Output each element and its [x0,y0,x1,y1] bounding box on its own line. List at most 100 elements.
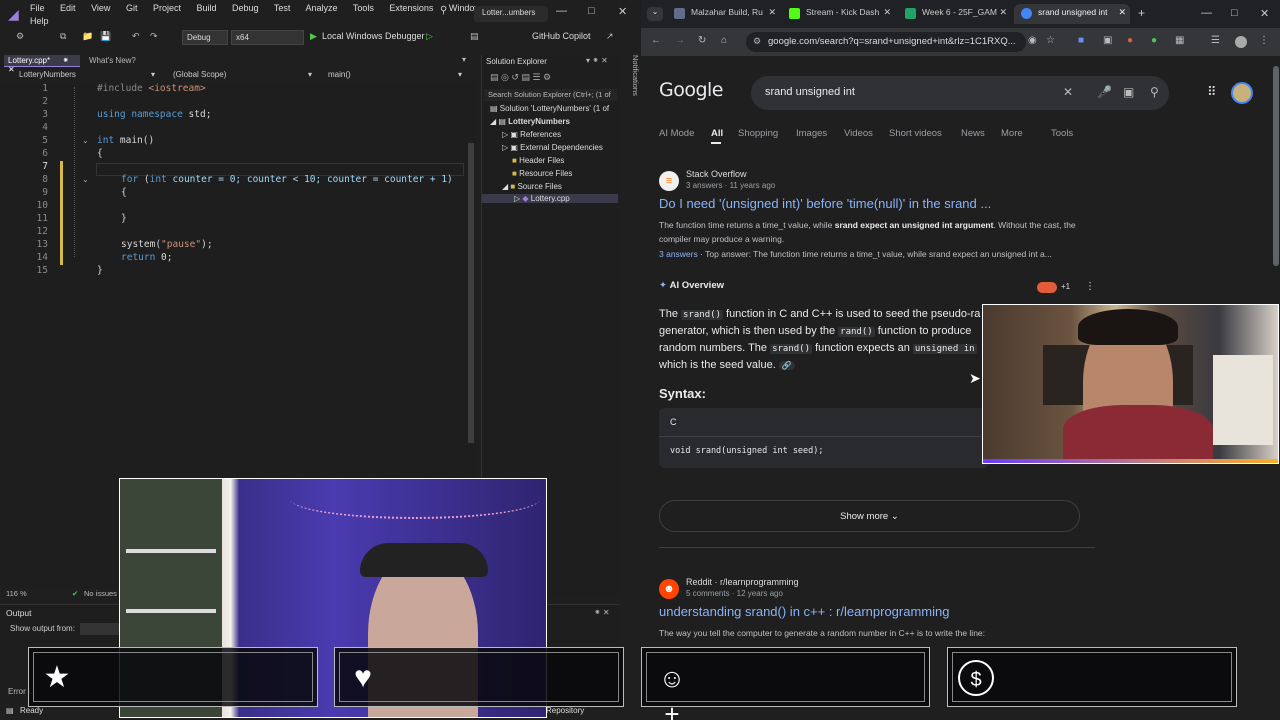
tab-short-videos[interactable]: Short videos [889,128,942,139]
minimize-icon[interactable]: — [556,5,567,17]
reload-icon[interactable]: ↻ [698,35,706,46]
menu-file[interactable]: File [30,3,45,13]
tab-lottery-cpp[interactable]: Lottery.cpp* ⁕ ✕ [4,55,80,74]
scrollbar-thumb[interactable] [1273,66,1279,266]
close-icon[interactable]: ⁕ ✕ [594,608,610,617]
lottery-cpp-node[interactable]: ▷ ◆ Lottery.cpp [482,194,618,203]
close-icon[interactable]: ✕ [618,5,627,18]
tab-google-search[interactable]: srand unsigned int ✕ [1014,4,1130,24]
save-icon[interactable]: 💾 [100,31,111,42]
tab-images[interactable]: Images [796,128,827,139]
maximize-icon[interactable]: □ [588,5,595,17]
resource-files-node[interactable]: ■ Resource Files [512,169,572,178]
start-without-debug-icon[interactable]: ▷ [426,31,433,42]
notifications-panel-tab[interactable]: Notifications [622,55,640,175]
collapse-icon[interactable]: ⌄ [82,175,89,184]
tab-all[interactable]: All [711,128,723,139]
function-dropdown[interactable]: main() [328,70,351,79]
menu-help[interactable]: Help [30,16,49,26]
lens-icon[interactable]: ▣ [1123,85,1134,99]
zoom-level[interactable]: 116 % [6,589,27,598]
result-title-link[interactable]: understanding srand() in c++ : r/learnpr… [659,604,949,619]
source-count[interactable]: +1 [1061,282,1070,291]
tab-news[interactable]: News [961,128,985,139]
media-control-icon[interactable]: ☰ [1211,35,1220,46]
play-icon[interactable]: ▶ [310,31,317,42]
new-tab-icon[interactable]: + [1138,6,1145,20]
undo-icon[interactable]: ↶ [132,31,140,42]
header-files-node[interactable]: ■ Header Files [512,156,564,165]
tab-search-icon[interactable]: ⌄ [647,7,663,21]
github-copilot-button[interactable]: GitHub Copilot [532,31,591,41]
menu-analyze[interactable]: Analyze [305,3,337,13]
chevron-down-icon[interactable]: ▾ [458,70,462,79]
source-avatars[interactable] [1037,282,1057,293]
run-debugger-button[interactable]: Local Windows Debugger [322,31,425,41]
tab-videos[interactable]: Videos [844,128,873,139]
pin-icon[interactable]: ▾ ⁕ ✕ [586,56,608,65]
open-folder-icon[interactable]: 📁 [82,31,93,42]
menu-extensions[interactable]: Extensions [389,3,433,13]
platform-dropdown[interactable]: x64 [231,30,304,45]
project-dropdown[interactable]: LotteryNumbers [19,70,76,79]
chevron-down-icon[interactable]: ▾ [308,70,312,79]
menu-build[interactable]: Build [197,3,217,13]
collapse-icon[interactable]: ⌄ [82,136,89,145]
share-icon[interactable]: ↗ [606,31,614,42]
solution-search-input[interactable]: Search Solution Explorer (Ctrl+; (1 of [484,89,617,101]
site-info-icon[interactable]: ⚙ [753,36,761,47]
answers-link[interactable]: 3 answers [659,249,698,259]
search-icon[interactable]: ⚲ [440,5,447,16]
maximize-icon[interactable]: □ [1231,7,1238,19]
menu-test[interactable]: Test [274,3,291,13]
tab-shopping[interactable]: Shopping [738,128,778,139]
extensions-puzzle-icon[interactable]: ▦ [1175,35,1184,46]
pin-icon[interactable]: ⁕ [62,56,69,65]
chrome-menu-icon[interactable]: ⋮ [1259,35,1269,46]
config-dropdown[interactable]: Debug [182,30,228,45]
address-bar[interactable]: ⚙ google.com/search?q=srand+unsigned+int&… [746,32,1026,52]
new-file-icon[interactable]: ⧉ [60,31,66,42]
project-node[interactable]: ◢ ▤ LotteryNumbers [490,117,570,126]
redo-icon[interactable]: ↷ [150,31,158,42]
apps-grid-icon[interactable]: ⠿ [1207,84,1217,100]
extension-icon[interactable]: ▣ [1103,35,1112,46]
tab-whats-new[interactable]: What's New? [85,55,140,66]
account-avatar[interactable] [1231,82,1253,104]
issues-status[interactable]: No issues [84,589,117,598]
show-more-button[interactable]: Show more ⌄ [659,500,1080,532]
close-tab-icon[interactable]: ✕ [1118,7,1126,18]
repository-button[interactable]: Repository [546,706,584,715]
extension-icon[interactable]: ● [1127,35,1133,46]
scope-dropdown[interactable]: (Global Scope) [173,70,226,79]
tab-menu-icon[interactable]: ▾ [462,55,466,64]
location-icon[interactable]: ◉ [1028,35,1037,46]
external-dependencies-node[interactable]: ▷ ▣ External Dependencies [502,143,603,152]
close-tab-icon[interactable]: ✕ [768,7,776,18]
google-logo[interactable]: Google [659,79,724,101]
tab-week6-sheet[interactable]: Week 6 - 25F_GAM ✕ [898,4,1011,24]
clear-icon[interactable]: ✕ [1063,85,1073,99]
more-options-icon[interactable]: ⋮ [1085,281,1095,292]
tab-ai-mode[interactable]: AI Mode [659,128,694,139]
solution-node[interactable]: ▤ Solution 'LotteryNumbers' (1 of [490,104,609,113]
toolbar-misc-icon[interactable]: ▤ [470,31,479,42]
menu-project[interactable]: Project [153,3,181,13]
tab-more[interactable]: More [1001,128,1023,139]
result-title-link[interactable]: Do I need '(unsigned int)' before 'time(… [659,196,991,211]
tab-tools[interactable]: Tools [1051,128,1073,139]
settings-icon[interactable]: ⚙ [16,31,24,42]
extension-icon[interactable]: ● [1151,35,1157,46]
tab-kick-dashboard[interactable]: Stream - Kick Dash ✕ [782,4,895,24]
link-icon[interactable]: 🔗 [778,361,795,370]
menu-view[interactable]: View [91,3,110,13]
profile-avatar[interactable] [1235,36,1247,48]
menu-git[interactable]: Git [126,3,138,13]
output-source-dropdown[interactable] [80,623,120,635]
close-tab-icon[interactable]: ✕ [999,7,1007,18]
tab-malzahar[interactable]: Malzahar Build, Ru ✕ [667,4,780,24]
scrollbar-thumb[interactable] [468,143,474,443]
bookmark-star-icon[interactable]: ☆ [1046,35,1055,46]
search-icon[interactable]: ⚲ [1150,85,1159,99]
menu-debug[interactable]: Debug [232,3,259,13]
